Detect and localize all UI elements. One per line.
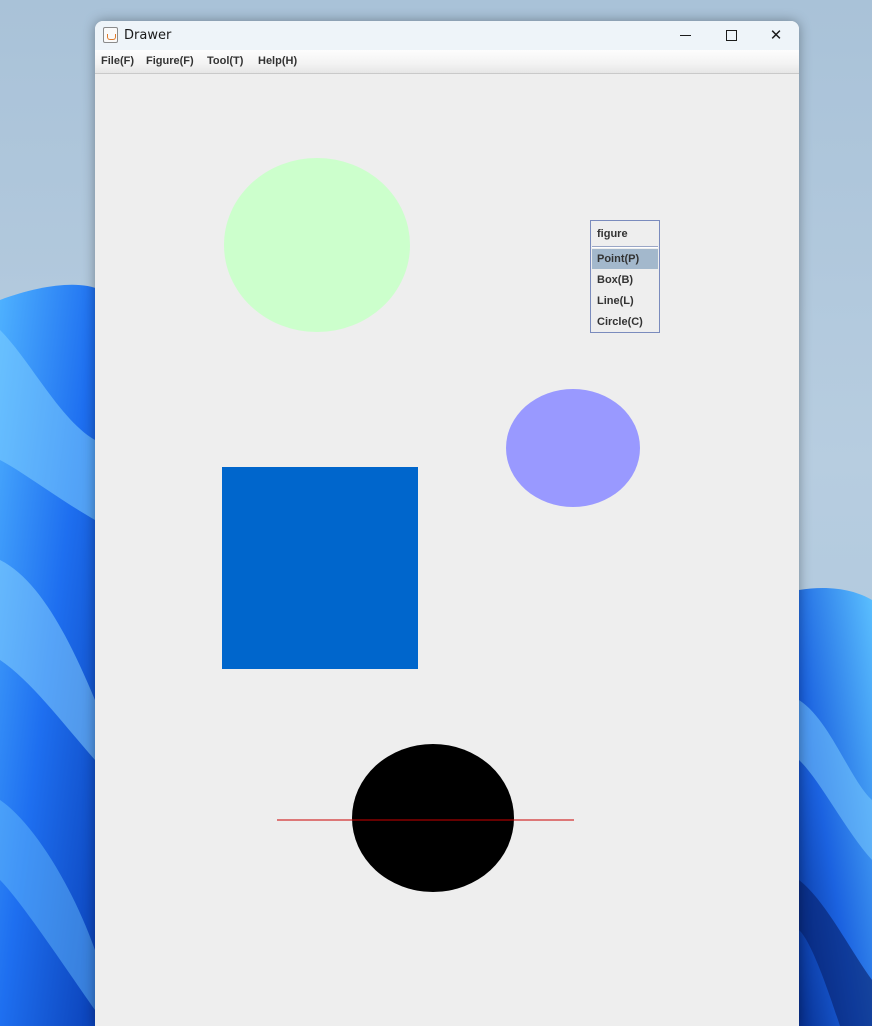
figure-circle-lavender[interactable]	[506, 389, 640, 507]
title-bar[interactable]: Drawer ✕	[95, 21, 799, 51]
maximize-icon	[725, 30, 737, 41]
close-icon: ✕	[769, 26, 783, 44]
java-app-icon	[103, 27, 118, 43]
menu-file[interactable]: File(F)	[101, 55, 134, 67]
popup-separator	[592, 246, 658, 248]
menu-bar: File(F) Figure(F) Tool(T) Help(H)	[95, 50, 799, 74]
window-title: Drawer	[124, 28, 172, 43]
menu-tool[interactable]: Tool(T)	[207, 55, 243, 67]
drawing-canvas[interactable]: figure Point(P) Box(B) Line(L) Circle(C)	[95, 74, 799, 1026]
popup-menu-title: figure	[597, 228, 628, 240]
popup-item-point[interactable]: Point(P)	[592, 249, 658, 269]
menu-figure[interactable]: Figure(F)	[146, 55, 194, 67]
figure-circle-black[interactable]	[352, 744, 514, 892]
figure-box-blue[interactable]	[222, 467, 418, 669]
close-button[interactable]: ✕	[753, 21, 799, 50]
popup-item-box[interactable]: Box(B)	[592, 270, 658, 290]
popup-item-line[interactable]: Line(L)	[592, 291, 658, 311]
minimize-button[interactable]	[662, 21, 708, 50]
figure-popup-menu: figure Point(P) Box(B) Line(L) Circle(C)	[590, 220, 660, 333]
maximize-button[interactable]	[708, 21, 754, 50]
figures-layer	[222, 158, 640, 892]
drawer-window: Drawer ✕ File(F) Figure(F) Tool(T) Help(…	[95, 21, 799, 1026]
figure-circle-green[interactable]	[224, 158, 410, 332]
minimize-icon	[679, 35, 691, 36]
popup-item-circle[interactable]: Circle(C)	[592, 312, 658, 332]
menu-help[interactable]: Help(H)	[258, 55, 297, 67]
